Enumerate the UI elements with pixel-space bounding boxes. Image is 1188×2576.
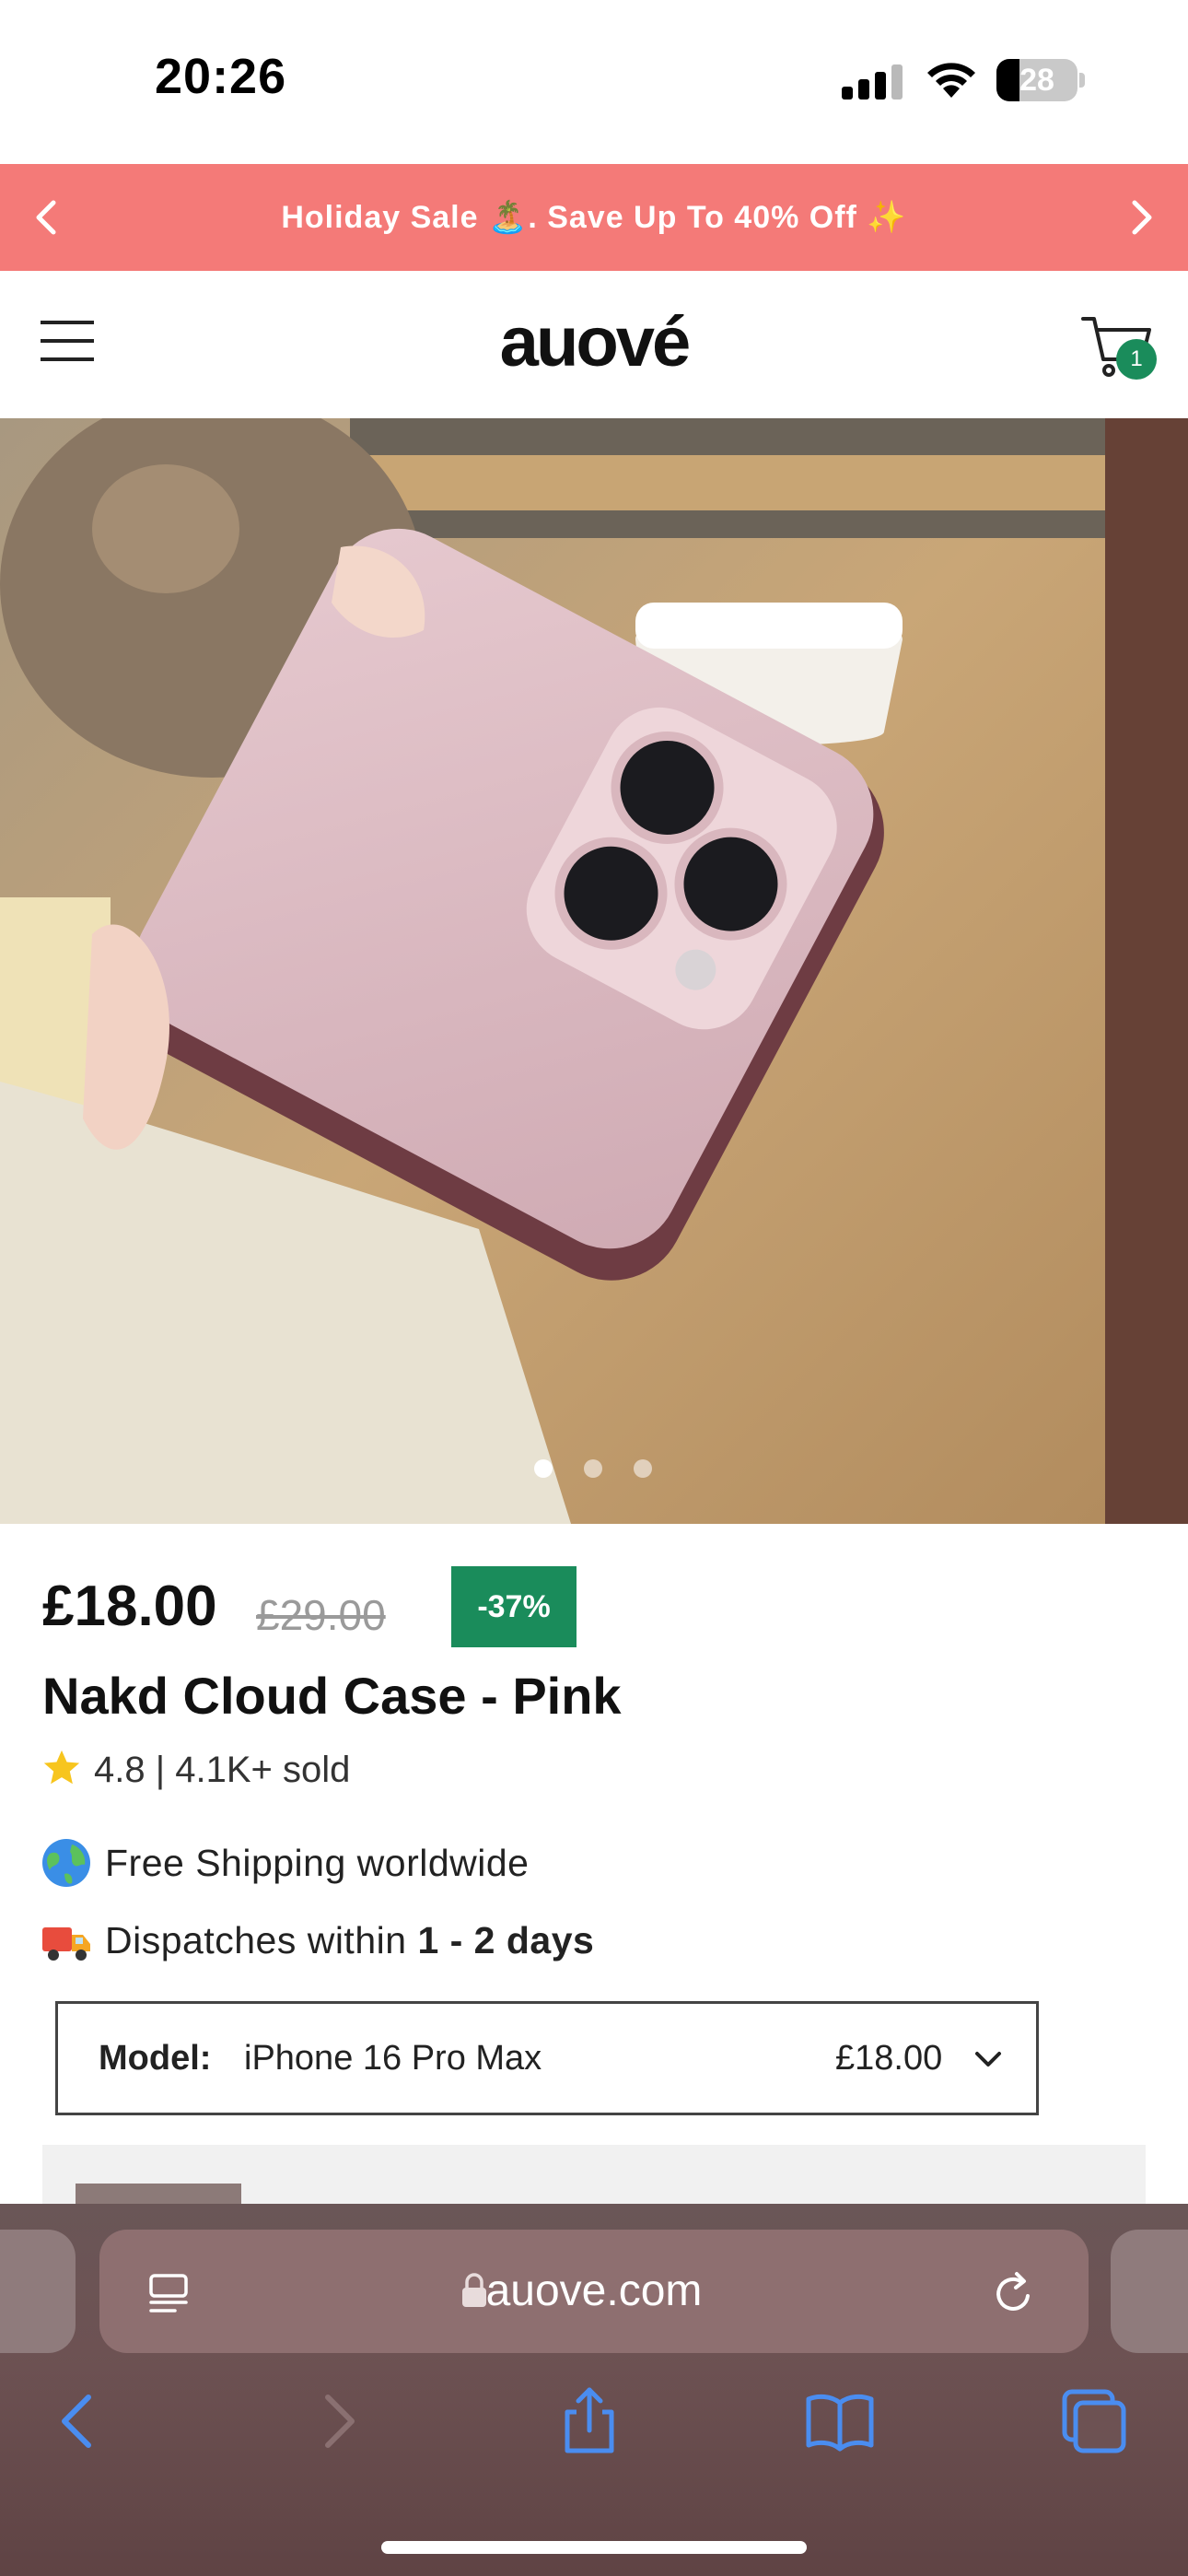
announcement-next-icon[interactable]	[1120, 197, 1160, 238]
delivery-truck-icon	[42, 1927, 90, 1961]
product-photo	[0, 418, 1188, 1524]
discount-badge: -37%	[451, 1566, 577, 1647]
dispatch-prefix: Dispatches within	[105, 1919, 418, 1961]
dispatch-days: 1 - 2 days	[417, 1919, 595, 1961]
shipping-text: Free Shipping worldwide	[105, 1842, 530, 1884]
announcement-bar: Holiday Sale 🏝️. Save Up To 40% Off ✨	[0, 164, 1188, 271]
carousel-dots	[0, 1459, 1188, 1481]
model-value: iPhone 16 Pro Max	[244, 2039, 542, 2078]
battery-icon: 28	[996, 59, 1085, 101]
chevron-down-icon	[975, 2052, 1001, 2067]
next-tab-preview[interactable]	[1111, 2230, 1188, 2353]
product-title: Nakd Cloud Case - Pink	[42, 1667, 622, 1725]
rating-text: 4.8 | 4.1K+ sold	[94, 1750, 351, 1790]
globe-icon	[42, 1839, 90, 1887]
carousel-dot[interactable]	[534, 1459, 553, 1478]
status-bar: 20:26 28	[0, 0, 1188, 164]
site-header: auové 1	[0, 271, 1188, 418]
previous-tab-preview[interactable]	[0, 2230, 76, 2353]
bookmarks-icon[interactable]	[803, 2384, 877, 2458]
dispatch-info: Dispatches within 1 - 2 days	[41, 1914, 594, 1970]
address-bar[interactable]: auove.com	[99, 2230, 1089, 2353]
shipping-info: Free Shipping worldwide	[41, 1837, 529, 1892]
home-indicator[interactable]	[381, 2541, 807, 2554]
reload-icon[interactable]	[989, 2268, 1039, 2318]
original-price: £29.00	[256, 1591, 386, 1639]
current-price: £18.00	[42, 1575, 217, 1638]
cellular-signal-icon	[842, 64, 903, 100]
rating-row[interactable]: 4.8 | 4.1K+ sold	[41, 1747, 350, 1795]
model-label: Model:	[99, 2039, 212, 2078]
battery-level: 28	[1019, 63, 1054, 98]
forward-icon[interactable]	[300, 2384, 374, 2458]
model-price: £18.00	[835, 2039, 943, 2078]
status-time: 20:26	[155, 49, 287, 104]
wifi-icon	[927, 63, 975, 98]
tabs-icon[interactable]	[1057, 2384, 1131, 2458]
site-logo[interactable]: auové	[0, 302, 1188, 382]
carousel-dot[interactable]	[584, 1459, 602, 1478]
announcement-text[interactable]: Holiday Sale 🏝️. Save Up To 40% Off ✨	[0, 164, 1188, 271]
share-icon[interactable]	[553, 2384, 626, 2458]
product-image-carousel[interactable]	[0, 418, 1188, 1524]
browser-toolbar: auove.com	[0, 2204, 1188, 2576]
cart-count-badge: 1	[1116, 339, 1157, 380]
url-text[interactable]: auove.com	[99, 2230, 1089, 2353]
carousel-dot[interactable]	[634, 1459, 652, 1478]
model-select[interactable]: Model: iPhone 16 Pro Max £18.00	[55, 2001, 1039, 2115]
star-icon	[43, 1750, 80, 1785]
back-icon[interactable]	[42, 2384, 116, 2458]
